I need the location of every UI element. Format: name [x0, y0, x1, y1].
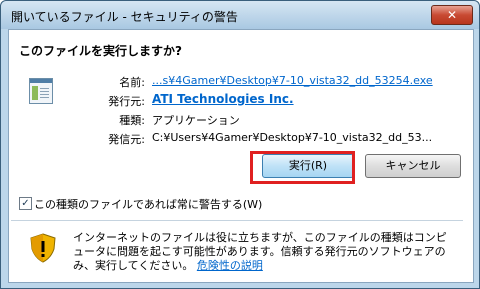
type-label: 種類: — [119, 114, 145, 127]
type-value: アプリケーション — [152, 114, 240, 127]
security-shield-icon — [30, 233, 56, 263]
publisher-link[interactable]: ATI Technologies Inc. — [152, 92, 294, 106]
always-warn-checkbox[interactable]: ✓ — [19, 197, 32, 210]
file-name-link[interactable]: ...s¥4Gamer¥Desktop¥7-10_vista32_dd_5325… — [152, 74, 433, 87]
dialog-question: このファイルを実行しますか? — [19, 44, 182, 58]
application-file-icon — [29, 78, 53, 104]
run-button-highlight — [250, 151, 355, 184]
cancel-button[interactable]: キャンセル — [365, 154, 461, 178]
publisher-label: 発行元: — [108, 95, 145, 108]
from-value: C:¥Users¥4Gamer¥Desktop¥7-10_vista32_dd_… — [152, 131, 433, 144]
security-warning-window: 開いているファイル - セキュリティの警告 ✕ このファイルを実行しますか? 名… — [0, 0, 480, 289]
separator — [11, 220, 463, 221]
warning-message: インターネットのファイルは役に立ちますが、このファイルの種類はコンピュータに問題… — [73, 231, 453, 273]
window-title: 開いているファイル - セキュリティの警告 — [11, 10, 238, 24]
name-label: 名前: — [119, 76, 145, 89]
from-label: 発信元: — [108, 133, 145, 146]
always-warn-label[interactable]: この種類のファイルであれば常に警告する(W) — [34, 196, 262, 212]
risk-explanation-link[interactable]: 危険性の説明 — [197, 259, 263, 272]
close-button[interactable]: ✕ — [431, 5, 473, 25]
title-bar[interactable]: 開いているファイル - セキュリティの警告 ✕ — [1, 1, 479, 29]
